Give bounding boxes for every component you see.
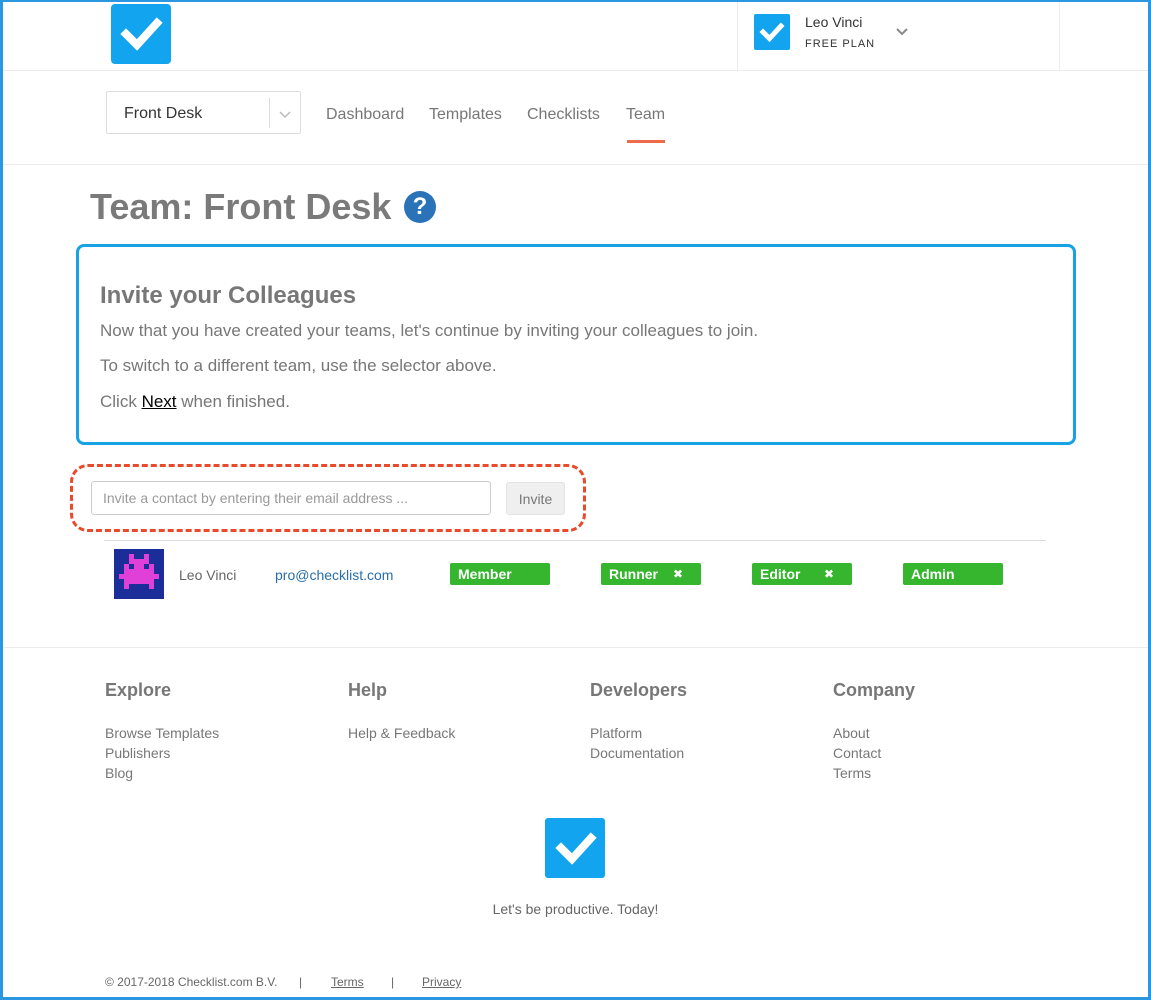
footer-link[interactable]: Documentation <box>590 745 684 761</box>
footer-link[interactable]: Help & Feedback <box>348 725 455 741</box>
footer-divider <box>3 647 1148 648</box>
footer-privacy-link[interactable]: Privacy <box>422 975 461 989</box>
checkmark-logo-icon <box>545 818 605 878</box>
help-icon[interactable]: ? <box>404 191 436 223</box>
avatar <box>114 549 164 599</box>
checkmark-logo-icon[interactable] <box>111 4 171 64</box>
footer-heading-company: Company <box>833 680 916 700</box>
chevron-down-icon <box>275 104 295 124</box>
user-plan: FREE PLAN <box>805 38 876 50</box>
footer-tagline: Let's be productive. Today! <box>492 901 659 917</box>
member-email-link[interactable]: pro@checklist.com <box>275 567 393 583</box>
copyright: © 2017-2018 Checklist.com B.V. <box>105 975 278 989</box>
role-badge-editor[interactable]: Editor ✖ <box>752 563 852 585</box>
role-label: Admin <box>911 566 955 582</box>
footer-link[interactable]: Terms <box>833 765 871 781</box>
user-name: Leo Vinci <box>805 14 863 30</box>
footer-link[interactable]: Contact <box>833 745 881 761</box>
nav-checklists[interactable]: Checklists <box>527 106 600 124</box>
footer-heading-help: Help <box>348 680 388 700</box>
invite-colleagues-panel: Invite your Colleagues Now that you have… <box>76 244 1076 445</box>
role-badge-runner[interactable]: Runner ✖ <box>601 563 701 585</box>
team-selector[interactable]: Front Desk <box>106 91 301 134</box>
footer-link[interactable]: About <box>833 725 870 741</box>
role-label: Runner <box>609 566 658 582</box>
chevron-down-icon[interactable] <box>892 22 912 42</box>
footer-terms-link[interactable]: Terms <box>331 975 364 989</box>
footer-heading-explore: Explore <box>105 680 172 700</box>
footer-link[interactable]: Publishers <box>105 745 170 761</box>
divider <box>104 540 1046 541</box>
role-badge-admin[interactable]: Admin <box>903 563 1003 585</box>
footer-link[interactable]: Browse Templates <box>105 725 219 741</box>
nav-row: Front Desk Dashboard Templates Checklist… <box>3 71 1148 165</box>
invite-panel-text: Click Next when finished. <box>100 392 290 412</box>
footer-separator: | <box>299 975 303 989</box>
invite-panel-title: Invite your Colleagues <box>100 282 357 309</box>
role-label: Editor <box>760 566 801 582</box>
invite-panel-text-suffix: when finished. <box>176 392 290 411</box>
selector-divider <box>269 98 270 128</box>
footer-separator: | <box>391 975 395 989</box>
role-label: Member <box>458 566 512 582</box>
invite-panel-text-prefix: Click <box>100 392 142 411</box>
footer-link[interactable]: Platform <box>590 725 642 741</box>
checkmark-logo-icon <box>754 14 790 50</box>
remove-role-icon[interactable]: ✖ <box>673 563 683 585</box>
remove-role-icon[interactable]: ✖ <box>824 563 834 585</box>
footer-heading-developers: Developers <box>590 680 688 700</box>
footer-link[interactable]: Blog <box>105 765 133 781</box>
invite-button[interactable]: Invite <box>506 482 565 515</box>
user-menu[interactable]: Leo Vinci FREE PLAN <box>737 0 1060 70</box>
nav-team[interactable]: Team <box>626 106 665 124</box>
invite-panel-text: To switch to a different team, use the s… <box>100 356 497 375</box>
top-bar: Leo Vinci FREE PLAN <box>3 0 1148 71</box>
team-selector-value: Front Desk <box>124 105 203 122</box>
active-tab-indicator <box>627 140 665 143</box>
nav-dashboard[interactable]: Dashboard <box>326 106 404 124</box>
page-title: Team: Front Desk <box>90 186 392 227</box>
invite-panel-text: Now that you have created your teams, le… <box>100 321 759 340</box>
role-badge-member[interactable]: Member <box>450 563 550 585</box>
member-name: Leo Vinci <box>179 567 237 583</box>
next-link[interactable]: Next <box>142 392 177 411</box>
nav-templates[interactable]: Templates <box>429 106 502 124</box>
invite-email-input[interactable] <box>91 481 491 515</box>
